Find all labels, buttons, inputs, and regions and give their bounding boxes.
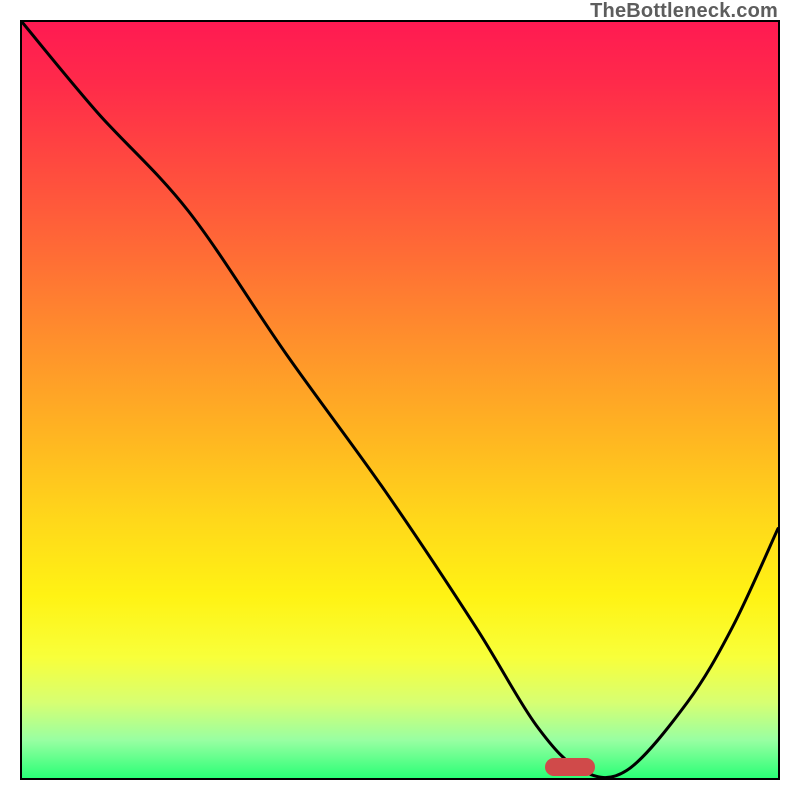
- plot-area: [20, 20, 780, 780]
- gradient-background: [22, 22, 778, 778]
- optimal-marker: [545, 758, 595, 776]
- chart-container: TheBottleneck.com: [0, 0, 800, 800]
